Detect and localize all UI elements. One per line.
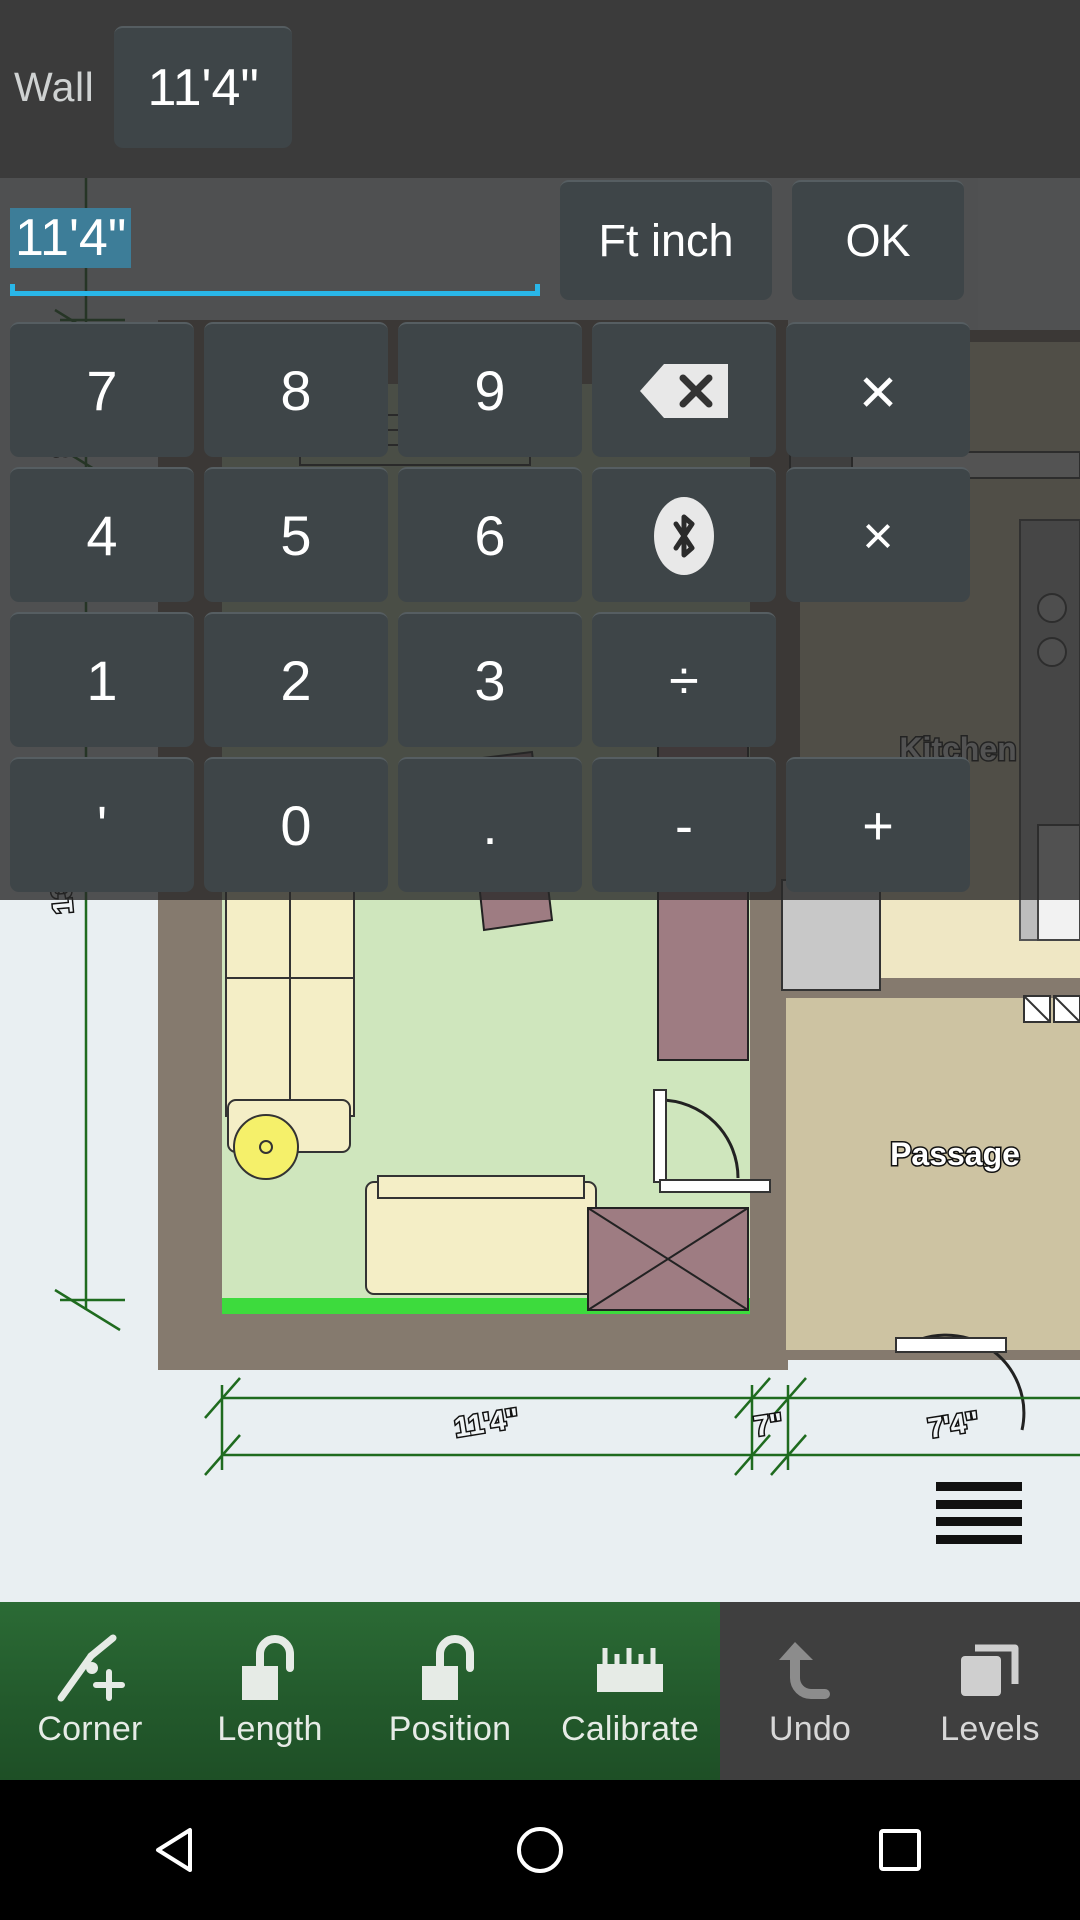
layers-icon bbox=[953, 1634, 1027, 1704]
tool-corner-label: Corner bbox=[37, 1709, 143, 1748]
unit-toggle-button[interactable]: Ft inch bbox=[560, 180, 772, 300]
tool-levels[interactable]: Levels bbox=[900, 1602, 1080, 1780]
key-1[interactable]: 1 bbox=[10, 612, 194, 747]
wall-value-text: 11'4" bbox=[147, 59, 259, 117]
unlock-icon bbox=[234, 1634, 306, 1704]
menu-line bbox=[936, 1534, 1022, 1544]
room-label-passage: Passage bbox=[890, 1136, 1020, 1172]
key-8-label: 8 bbox=[280, 359, 312, 422]
tool-undo-label: Undo bbox=[768, 1709, 852, 1748]
menu-line bbox=[936, 1499, 1022, 1509]
menu-icon[interactable] bbox=[936, 1482, 1022, 1544]
measurement-input-value: 11'4" bbox=[10, 208, 132, 268]
tool-position-label: Position bbox=[388, 1709, 512, 1748]
key-divide-label: ÷ bbox=[669, 650, 699, 711]
corner-add-icon bbox=[51, 1634, 129, 1704]
backspace-icon bbox=[638, 362, 730, 420]
app-screen: 11'4" 7" 11'4" 7" 7'4" 3'8" 8" 13'1" Bal… bbox=[0, 0, 1080, 1920]
key-decimal-label: . bbox=[482, 795, 498, 856]
key-foot-mark-label: ' bbox=[96, 795, 108, 856]
key-plus-label: + bbox=[862, 795, 894, 856]
tool-calibrate-label: Calibrate bbox=[561, 1709, 699, 1748]
input-underline bbox=[10, 284, 540, 296]
key-plus[interactable]: + bbox=[786, 757, 970, 892]
key-0[interactable]: 0 bbox=[204, 757, 388, 892]
key-1-label: 1 bbox=[86, 649, 118, 712]
back-icon[interactable] bbox=[125, 1795, 235, 1905]
wall-row: Wall 11'4" bbox=[0, 26, 1080, 148]
tool-length-label: Length bbox=[217, 1709, 323, 1748]
key-7-label: 7 bbox=[86, 359, 118, 422]
menu-line bbox=[936, 1517, 1022, 1527]
wall-label: Wall bbox=[14, 63, 95, 110]
bottom-toolbar[interactable]: Corner Length Position Calibrate Undo Levels bbox=[0, 1602, 1080, 1780]
bluetooth-icon[interactable] bbox=[592, 467, 776, 602]
home-icon[interactable] bbox=[485, 1795, 595, 1905]
tool-length[interactable]: Length bbox=[180, 1602, 360, 1780]
key-3[interactable]: 3 bbox=[398, 612, 582, 747]
key-0-label: 0 bbox=[280, 794, 312, 857]
key-3-label: 3 bbox=[474, 649, 506, 712]
wall-value-chip[interactable]: 11'4" bbox=[114, 26, 293, 148]
key-multiply[interactable]: × bbox=[786, 467, 970, 602]
key-2[interactable]: 2 bbox=[204, 612, 388, 747]
bluetooth-icon bbox=[654, 496, 714, 575]
close-icon: × bbox=[858, 353, 898, 428]
key-6[interactable]: 6 bbox=[398, 467, 582, 602]
numeric-keypad[interactable]: 7 8 9 × 4 5 6 × 1 2 3 ÷ ' 0. - + bbox=[10, 322, 970, 892]
dim-bottom-small: 7" bbox=[752, 1407, 785, 1442]
ok-button-label: OK bbox=[845, 215, 911, 266]
backspace-icon[interactable] bbox=[592, 322, 776, 457]
key-6-label: 6 bbox=[474, 504, 506, 567]
key-4[interactable]: 4 bbox=[10, 467, 194, 602]
tool-levels-label: Levels bbox=[940, 1709, 1040, 1748]
ok-button[interactable]: OK bbox=[792, 180, 964, 300]
key-minus[interactable]: - bbox=[592, 757, 776, 892]
measurement-input[interactable]: 11'4" bbox=[10, 208, 540, 296]
tool-corner[interactable]: Corner bbox=[0, 1602, 180, 1780]
key-2-label: 2 bbox=[280, 649, 312, 712]
key-9[interactable]: 9 bbox=[398, 322, 582, 457]
key-decimal[interactable]: . bbox=[398, 757, 582, 892]
close-icon[interactable]: × bbox=[786, 322, 970, 457]
key-4-label: 4 bbox=[86, 504, 118, 567]
key-multiply-label: × bbox=[862, 505, 894, 566]
ruler-icon bbox=[591, 1634, 669, 1704]
android-navbar[interactable] bbox=[0, 1780, 1080, 1920]
key-8[interactable]: 8 bbox=[204, 322, 388, 457]
undo-icon bbox=[773, 1634, 847, 1704]
key-divide[interactable]: ÷ bbox=[592, 612, 776, 747]
tool-undo[interactable]: Undo bbox=[720, 1602, 900, 1780]
unit-toggle-label: Ft inch bbox=[598, 215, 734, 266]
unlock-icon bbox=[414, 1634, 486, 1704]
key-5-label: 5 bbox=[280, 504, 312, 567]
key-minus-label: - bbox=[675, 795, 693, 856]
key-5[interactable]: 5 bbox=[204, 467, 388, 602]
key-foot-mark[interactable]: ' bbox=[10, 757, 194, 892]
key-7[interactable]: 7 bbox=[10, 322, 194, 457]
tool-position[interactable]: Position bbox=[360, 1602, 540, 1780]
key-9-label: 9 bbox=[474, 359, 506, 422]
recents-icon[interactable] bbox=[845, 1795, 955, 1905]
menu-line bbox=[936, 1482, 1022, 1491]
tool-calibrate[interactable]: Calibrate bbox=[540, 1602, 720, 1780]
